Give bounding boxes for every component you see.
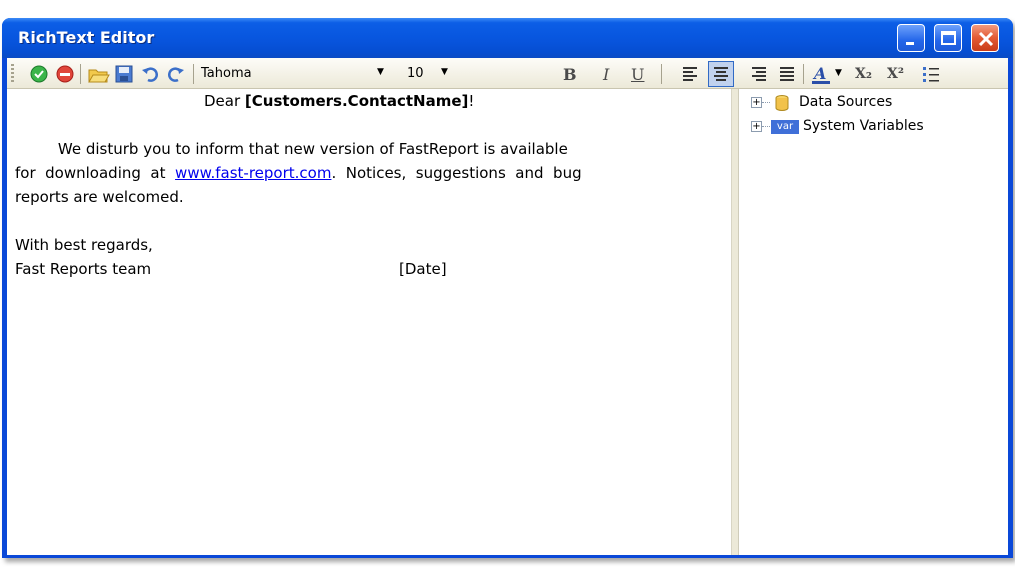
body-text: . Notices, suggestions and bug xyxy=(331,164,582,182)
underline-button[interactable]: U xyxy=(631,65,644,84)
ok-button[interactable] xyxy=(27,62,51,86)
redo-icon xyxy=(168,67,184,82)
tree-item-system-variables[interactable]: + var System Variables xyxy=(751,117,1001,137)
greeting-line: Dear [Customers.ContactName]! xyxy=(204,89,474,113)
cancel-button[interactable] xyxy=(53,62,77,86)
font-size-select[interactable]: 10 ▼ xyxy=(403,65,463,83)
website-link[interactable]: www.fast-report.com xyxy=(175,164,331,182)
undo-button[interactable] xyxy=(138,62,162,86)
save-icon xyxy=(115,65,133,83)
maximize-button[interactable] xyxy=(934,24,962,52)
redo-button[interactable] xyxy=(164,62,188,86)
greeting-prefix: Dear xyxy=(204,92,245,110)
align-left-icon xyxy=(683,67,697,81)
richtext-editor[interactable]: Dear [Customers.ContactName]! We disturb… xyxy=(7,89,732,555)
toolbar-separator xyxy=(193,64,194,84)
align-center-icon xyxy=(714,67,728,81)
folder-open-icon xyxy=(88,69,110,83)
richtext-editor-window: RichText Editor Tahoma ▼ 10 ▼ B I U A ▼ … xyxy=(2,18,1013,558)
maximize-icon xyxy=(941,31,956,45)
database-icon xyxy=(775,95,789,111)
align-center-button[interactable] xyxy=(708,61,734,87)
subscript-button[interactable]: X₂ xyxy=(855,66,872,82)
signature-line: Fast Reports team xyxy=(15,260,152,278)
open-button[interactable] xyxy=(86,62,110,86)
tree-item-label: System Variables xyxy=(803,118,924,134)
tree-connector xyxy=(762,102,770,103)
body-line: We disturb you to inform that new versio… xyxy=(15,140,568,158)
chevron-down-icon[interactable]: ▼ xyxy=(377,67,384,77)
save-button[interactable] xyxy=(112,62,136,86)
tree-item-label: Data Sources xyxy=(799,94,893,110)
title-bar[interactable]: RichText Editor xyxy=(2,18,1013,58)
bullets-button[interactable] xyxy=(919,62,943,86)
date-field: [Date] xyxy=(399,260,447,278)
undo-icon xyxy=(142,67,158,82)
align-right-icon xyxy=(752,67,766,81)
editor-content-area: Dear [Customers.ContactName]! We disturb… xyxy=(7,89,1008,555)
align-left-button[interactable] xyxy=(678,62,702,86)
body-line: for downloading at www.fast-report.com. … xyxy=(15,161,582,185)
font-name-select[interactable]: Tahoma ▼ xyxy=(197,65,397,83)
closing-line: With best regards, xyxy=(15,236,153,254)
svg-text:A: A xyxy=(812,64,826,83)
greeting-suffix: ! xyxy=(468,92,475,110)
contact-name-field: [Customers.ContactName] xyxy=(244,92,469,110)
close-button[interactable] xyxy=(971,24,999,52)
toolbar: Tahoma ▼ 10 ▼ B I U A ▼ X₂ X² xyxy=(7,58,1008,89)
var-icon: var xyxy=(771,120,799,134)
expand-icon[interactable]: + xyxy=(751,97,762,108)
minimize-button[interactable] xyxy=(897,24,925,52)
window-title: RichText Editor xyxy=(18,28,155,47)
italic-button[interactable]: I xyxy=(603,65,609,84)
cancel-circle-icon xyxy=(56,65,74,83)
toolbar-separator xyxy=(661,64,662,84)
minimize-icon xyxy=(906,42,914,45)
superscript-button[interactable]: X² xyxy=(887,66,904,82)
close-icon xyxy=(978,31,994,47)
tree-connector xyxy=(762,126,770,127)
body-line: reports are welcomed. xyxy=(15,188,184,206)
chevron-down-icon[interactable]: ▼ xyxy=(835,68,842,78)
align-justify-button[interactable] xyxy=(775,62,799,86)
data-tree: + Data Sources + var System Variables xyxy=(739,89,1008,555)
font-color-button[interactable]: A xyxy=(809,62,833,86)
align-right-button[interactable] xyxy=(747,62,771,86)
font-size-value: 10 xyxy=(407,66,424,81)
chevron-down-icon[interactable]: ▼ xyxy=(441,67,448,77)
bullet-list-icon xyxy=(923,67,939,82)
panel-splitter[interactable] xyxy=(732,89,739,555)
font-name-value: Tahoma xyxy=(201,66,252,81)
body-text: for downloading at xyxy=(15,164,176,182)
align-justify-icon xyxy=(780,67,794,81)
toolbar-grip[interactable] xyxy=(11,64,14,84)
toolbar-separator xyxy=(80,64,81,84)
expand-icon[interactable]: + xyxy=(751,121,762,132)
check-circle-icon xyxy=(30,65,48,83)
font-color-icon: A xyxy=(812,64,830,84)
bold-button[interactable]: B xyxy=(563,65,577,84)
toolbar-separator xyxy=(803,64,804,84)
tree-item-data-sources[interactable]: + Data Sources xyxy=(751,93,1001,113)
